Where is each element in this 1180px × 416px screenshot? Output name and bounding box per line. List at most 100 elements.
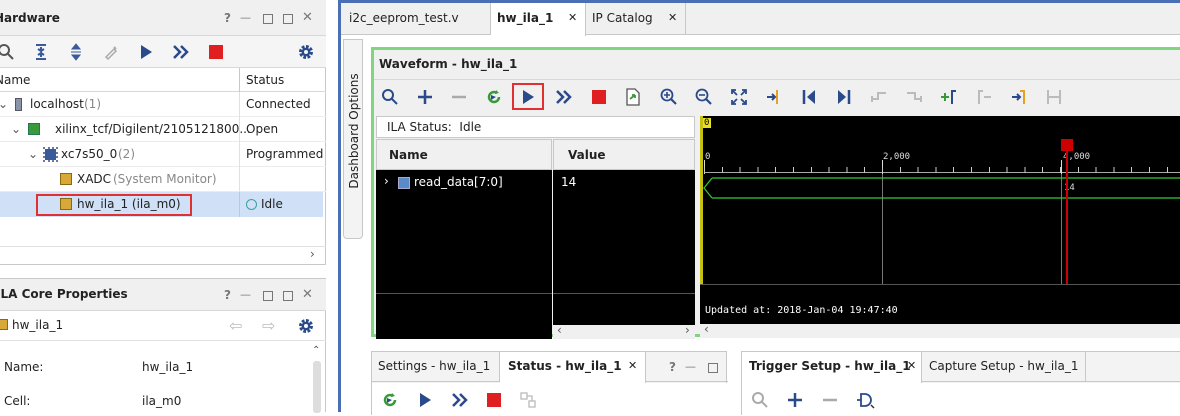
stop-trigger-icon[interactable]	[484, 390, 504, 410]
scroll-right-icon[interactable]: ›	[310, 247, 315, 261]
go-to-beginning-icon[interactable]	[799, 87, 819, 107]
go-to-cursor-icon[interactable]	[764, 87, 784, 107]
forward-arrow-icon[interactable]: ⇨	[262, 316, 275, 335]
tab-hw-ila[interactable]: hw_ila_1 ✕	[491, 3, 586, 36]
previous-transition-icon[interactable]	[869, 87, 889, 107]
export-icon[interactable]	[623, 87, 643, 107]
tab-capture-setup[interactable]: Capture Setup - hw_ila_1	[922, 352, 1086, 382]
tab-label: i2c_eeprom_test.v	[349, 11, 459, 25]
auto-retrigger-icon[interactable]	[380, 390, 400, 410]
waveform-scrollbar[interactable]: ‹	[700, 322, 1180, 338]
zoom-in-icon[interactable]	[659, 87, 679, 107]
value-column-header[interactable]: Value	[553, 139, 695, 170]
minimize-icon[interactable]: —	[240, 288, 251, 301]
run-trigger-icon[interactable]	[518, 87, 538, 107]
signal-row[interactable]: › read_data[7:0]	[376, 171, 552, 195]
expand-all-icon[interactable]	[66, 42, 86, 62]
board-icon	[28, 123, 40, 135]
tab-i2c-eeprom[interactable]: i2c_eeprom_test.v	[341, 3, 491, 35]
remove-probe-icon[interactable]	[449, 87, 469, 107]
search-icon[interactable]	[380, 87, 400, 107]
close-icon[interactable]: ✕	[628, 359, 637, 372]
scroll-left-icon[interactable]: ‹	[557, 323, 562, 337]
float-icon[interactable]	[283, 291, 293, 301]
capture-settings-icon[interactable]	[518, 390, 538, 410]
minimize-icon[interactable]: —	[240, 11, 251, 24]
collapse-all-icon[interactable]	[31, 42, 51, 62]
run-trigger-icon[interactable]	[136, 42, 156, 62]
close-icon[interactable]: ✕	[907, 359, 916, 372]
zoom-out-icon[interactable]	[694, 87, 714, 107]
close-icon[interactable]: ✕	[668, 11, 677, 24]
help-icon[interactable]: ?	[224, 11, 231, 25]
value-scrollbar[interactable]: ‹ ›	[553, 323, 695, 339]
waveform-canvas[interactable]: 0 0 2,000 4,000 14 Updated at: 2018-Jan-…	[700, 116, 1180, 324]
run-immediate-icon[interactable]	[449, 390, 471, 410]
zoom-fit-icon[interactable]	[729, 87, 749, 107]
tree-row-xadc[interactable]: XADC (System Monitor)	[0, 167, 326, 192]
tree-label: localhost	[30, 97, 84, 111]
tab-status[interactable]: Status - hw_ila_1 ✕	[500, 352, 646, 383]
scroll-left-icon[interactable]: ‹	[704, 322, 709, 336]
trigger-condition-icon[interactable]	[854, 390, 876, 410]
column-name[interactable]: Name	[0, 73, 30, 87]
trigger-cursor[interactable]	[1066, 140, 1068, 284]
swap-cursors-icon[interactable]	[1044, 87, 1064, 107]
add-marker-icon[interactable]	[939, 87, 959, 107]
tree-row-target[interactable]: ⌄ xilinx_tcf/Digilent/2105121800... Open	[0, 117, 326, 142]
dashboard-options-tab[interactable]: Dashboard Options	[343, 39, 363, 239]
stop-trigger-icon[interactable]	[589, 87, 609, 107]
tree-row-localhost[interactable]: ⌄ localhost (1) Connected	[0, 92, 326, 117]
maximize-icon[interactable]	[263, 14, 273, 24]
maximize-icon[interactable]	[263, 291, 273, 301]
tree-row-ila[interactable]: hw_ila_1 (ila_m0) Idle	[0, 192, 323, 217]
run-immediate-icon[interactable]	[553, 87, 575, 107]
chevron-right-icon[interactable]: ›	[384, 174, 389, 188]
ila-status-text: ILA Status: Idle	[387, 120, 482, 134]
program-device-icon[interactable]	[101, 42, 121, 62]
next-marker-icon[interactable]	[1009, 87, 1029, 107]
chevron-down-icon[interactable]: ⌄	[0, 97, 8, 111]
properties-scrollbar[interactable]: ⌃	[310, 345, 324, 413]
remove-probe-icon[interactable]	[820, 390, 840, 410]
bottom-left-panel: Settings - hw_ila_1 Status - hw_ila_1 ✕ …	[371, 351, 728, 416]
stop-trigger-icon[interactable]	[206, 42, 226, 62]
tree-label: hw_ila_1 (ila_m0)	[77, 197, 181, 211]
editor-tab-bar: i2c_eeprom_test.v hw_ila_1 ✕ IP Catalog …	[341, 3, 1180, 36]
float-icon[interactable]	[283, 14, 293, 24]
next-transition-icon[interactable]	[904, 87, 924, 107]
go-to-end-icon[interactable]	[834, 87, 854, 107]
run-immediate-icon[interactable]	[170, 42, 192, 62]
scroll-right-icon[interactable]: ›	[685, 323, 690, 337]
add-probe-icon[interactable]	[785, 390, 805, 410]
trigger-cursor-marker[interactable]	[1061, 139, 1073, 151]
tab-ip-catalog[interactable]: IP Catalog ✕	[586, 3, 686, 35]
maximize-icon[interactable]	[708, 363, 718, 373]
tab-settings[interactable]: Settings - hw_ila_1	[372, 352, 500, 382]
chevron-down-icon[interactable]: ⌄	[28, 147, 38, 161]
hardware-scrollbar[interactable]: ›	[0, 246, 326, 263]
settings-gear-icon[interactable]	[296, 42, 316, 62]
previous-marker-icon[interactable]	[974, 87, 994, 107]
tab-trigger-setup[interactable]: Trigger Setup - hw_ila_1 ✕	[742, 352, 922, 383]
close-icon[interactable]: ✕	[568, 11, 577, 24]
run-trigger-icon[interactable]	[415, 390, 435, 410]
add-probe-icon[interactable]	[415, 87, 435, 107]
help-icon[interactable]: ?	[669, 360, 676, 374]
hardware-panel: Hardware ? — ✕ Name Status ⌄	[0, 0, 326, 265]
help-icon[interactable]: ?	[224, 288, 231, 302]
chevron-down-icon[interactable]: ⌄	[11, 122, 21, 136]
search-icon[interactable]	[750, 390, 770, 410]
minimize-icon[interactable]: —	[685, 360, 696, 373]
close-icon[interactable]: ✕	[302, 10, 313, 25]
ila-properties-title: ILA Core Properties	[0, 287, 128, 301]
settings-gear-icon[interactable]	[296, 316, 316, 336]
auto-retrigger-icon[interactable]	[484, 87, 504, 107]
close-icon[interactable]: ✕	[302, 287, 313, 302]
back-arrow-icon[interactable]: ⇦	[229, 316, 242, 335]
name-column-header[interactable]: Name	[376, 139, 552, 170]
bottom-right-panel: Trigger Setup - hw_ila_1 ✕ Capture Setup…	[741, 351, 1180, 416]
tree-row-device[interactable]: ⌄ xc7s50_0 (2) Programmed	[0, 142, 326, 167]
column-status[interactable]: Status	[246, 73, 284, 87]
search-icon[interactable]	[0, 42, 16, 62]
